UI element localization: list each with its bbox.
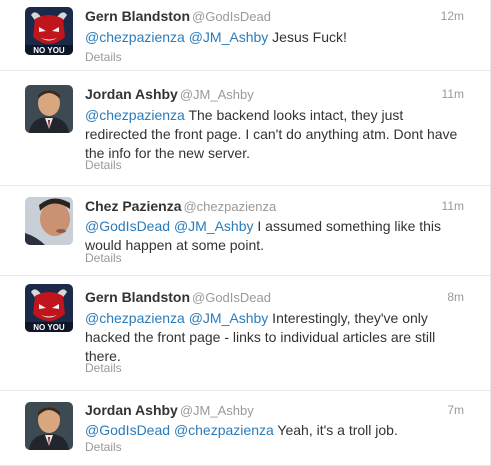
mention-link[interactable]: @chezpazienza bbox=[85, 107, 185, 123]
details-link[interactable]: Details bbox=[85, 361, 122, 375]
devil-avatar[interactable] bbox=[25, 284, 73, 332]
mention-link[interactable]: @JM_Ashby bbox=[174, 218, 254, 234]
tweet-text: @GodIsDead @chezpazienza Yeah, it's a tr… bbox=[85, 421, 464, 440]
tweet-body-text: Jesus Fuck! bbox=[268, 29, 347, 45]
tweet-timestamp[interactable]: 8m bbox=[447, 290, 464, 304]
mention-link[interactable]: @JM_Ashby bbox=[189, 310, 269, 326]
tweet-item[interactable]: Chez Pazienza @chezpazienza 11m @GodIsDead … bbox=[0, 186, 490, 276]
mention-link[interactable]: @chezpazienza bbox=[85, 310, 185, 326]
tweet-header: Gern Blandston @GodIsDead 12m bbox=[85, 8, 464, 26]
mention-link[interactable]: @GodIsDead bbox=[85, 218, 170, 234]
author-fullname[interactable]: Jordan Ashby bbox=[85, 402, 178, 418]
tweet-text: @chezpazienza The backend looks intact, … bbox=[85, 106, 464, 163]
mention-link[interactable]: @chezpazienza bbox=[85, 29, 185, 45]
details-link[interactable]: Details bbox=[85, 158, 122, 172]
author-fullname[interactable]: Chez Pazienza bbox=[85, 198, 181, 214]
tweet-text: @chezpazienza @JM_Ashby Jesus Fuck! bbox=[85, 28, 464, 47]
mention-link[interactable]: @JM_Ashby bbox=[189, 29, 269, 45]
tweet-header: Jordan Ashby @JM_Ashby 7m bbox=[85, 402, 464, 420]
man-portrait-avatar[interactable] bbox=[25, 402, 73, 450]
details-link[interactable]: Details bbox=[85, 251, 122, 265]
tweet-timestamp[interactable]: 11m bbox=[442, 87, 464, 101]
tweet-item[interactable]: Jordan Ashby @JM_Ashby 7m @GodIsDead @chezp… bbox=[0, 391, 490, 466]
mention-link[interactable]: @GodIsDead bbox=[85, 422, 170, 438]
tweet-timeline: Gern Blandston @GodIsDead 12m @chezpazienza… bbox=[0, 0, 491, 466]
tweet-timestamp[interactable]: 12m bbox=[441, 9, 464, 23]
author-username[interactable]: @JM_Ashby bbox=[180, 403, 254, 418]
author-username[interactable]: @GodIsDead bbox=[192, 9, 271, 24]
tweet-body-text: Yeah, it's a troll job. bbox=[273, 422, 398, 438]
author-fullname[interactable]: Jordan Ashby bbox=[85, 86, 178, 102]
author-username[interactable]: @chezpazienza bbox=[183, 199, 276, 214]
tweet-header: Gern Blandston @GodIsDead 8m bbox=[85, 289, 464, 307]
man-portrait-avatar[interactable] bbox=[25, 85, 73, 133]
tweet-timestamp[interactable]: 11m bbox=[442, 199, 464, 213]
tweet-item[interactable]: Jordan Ashby @JM_Ashby 11m @chezpazienza Th… bbox=[0, 71, 490, 186]
devil-avatar[interactable] bbox=[25, 7, 73, 55]
tweet-timestamp[interactable]: 7m bbox=[447, 403, 464, 417]
details-link[interactable]: Details bbox=[85, 440, 122, 454]
tweet-header: Jordan Ashby @JM_Ashby 11m bbox=[85, 86, 464, 104]
tweet-item[interactable]: Gern Blandston @GodIsDead 8m @chezpazienza … bbox=[0, 276, 490, 391]
details-link[interactable]: Details bbox=[85, 50, 122, 64]
man-profile-avatar[interactable] bbox=[25, 197, 73, 245]
tweet-item[interactable]: Gern Blandston @GodIsDead 12m @chezpazienza… bbox=[0, 0, 490, 71]
author-fullname[interactable]: Gern Blandston bbox=[85, 8, 190, 24]
tweet-header: Chez Pazienza @chezpazienza 11m bbox=[85, 198, 464, 216]
mention-link[interactable]: @chezpazienza bbox=[174, 422, 274, 438]
tweet-text: @chezpazienza @JM_Ashby Interestingly, t… bbox=[85, 309, 464, 366]
author-username[interactable]: @GodIsDead bbox=[192, 290, 271, 305]
author-fullname[interactable]: Gern Blandston bbox=[85, 289, 190, 305]
author-username[interactable]: @JM_Ashby bbox=[180, 87, 254, 102]
tweet-text: @GodIsDead @JM_Ashby I assumed something… bbox=[85, 217, 464, 255]
